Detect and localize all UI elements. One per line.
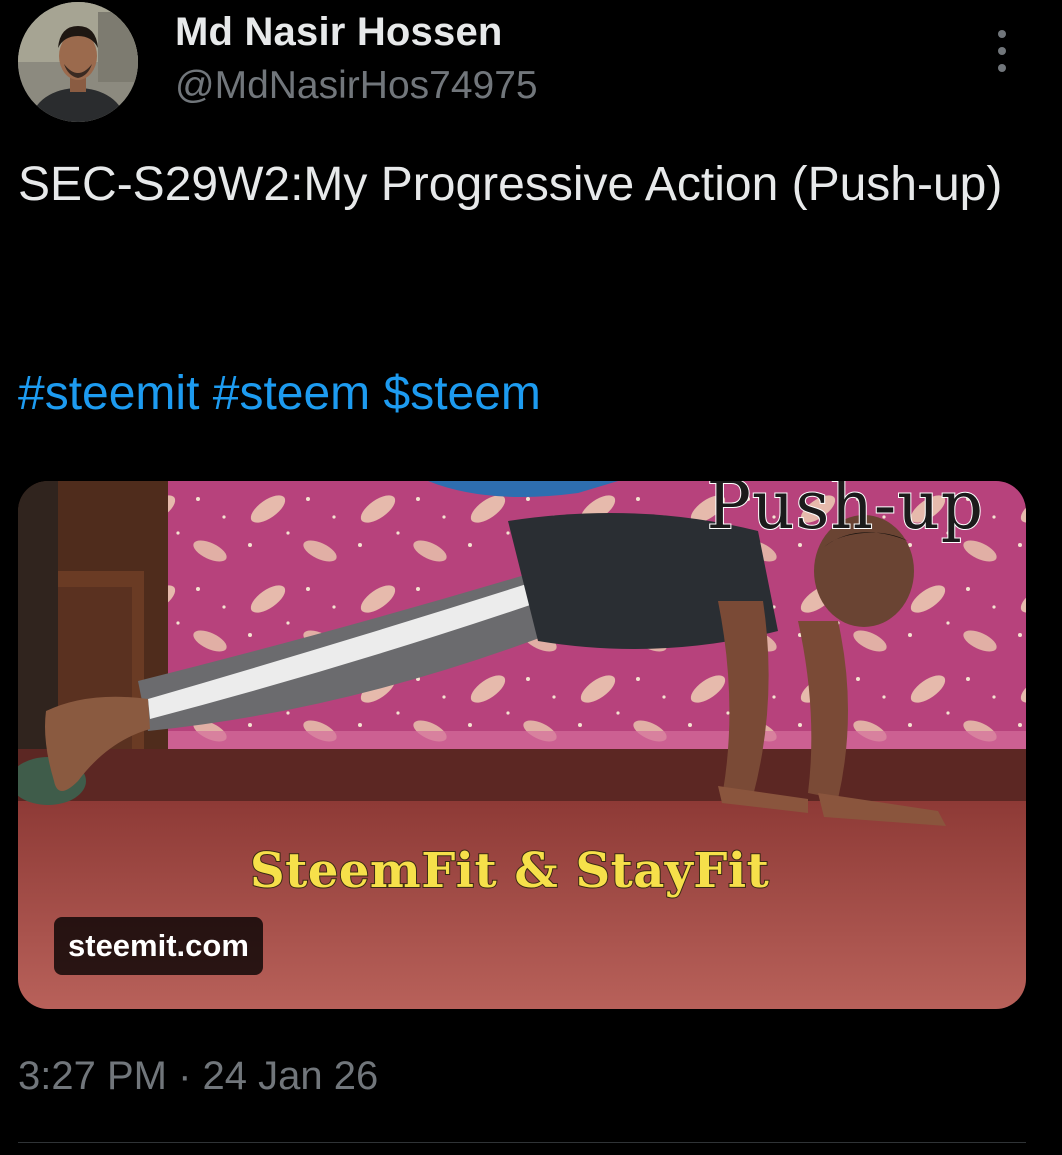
cashtag-steem[interactable]: $steem [384, 367, 541, 420]
hashtag-line: #steemit #steem $steem [18, 362, 541, 426]
author-name[interactable]: Md Nasir Hossen [175, 10, 503, 55]
card-overlay-caption: SteemFit & StayFit [249, 842, 770, 900]
divider [18, 1142, 1026, 1143]
avatar-image [18, 2, 138, 122]
hashtag-steem[interactable]: #steem [213, 367, 370, 420]
more-dot [998, 30, 1006, 38]
more-dot [998, 47, 1006, 55]
link-card[interactable]: Push-up SteemFit & StayFit steemit.com [18, 481, 1026, 1009]
more-dot [998, 64, 1006, 72]
card-domain-badge: steemit.com [54, 917, 263, 975]
post-timestamp[interactable]: 3:27 PM · 24 Jan 26 [18, 1054, 378, 1099]
post-text: SEC-S29W2:My Progressive Action (Push-up… [18, 158, 1003, 211]
tweet: Md Nasir Hossen @MdNasirHos74975 SEC-S29… [0, 0, 1062, 1155]
card-overlay-title: Push-up [706, 481, 984, 545]
author-handle[interactable]: @MdNasirHos74975 [175, 64, 538, 108]
more-vertical-icon[interactable] [990, 30, 1014, 72]
avatar[interactable] [18, 2, 138, 122]
hashtag-steemit[interactable]: #steemit [18, 367, 199, 420]
